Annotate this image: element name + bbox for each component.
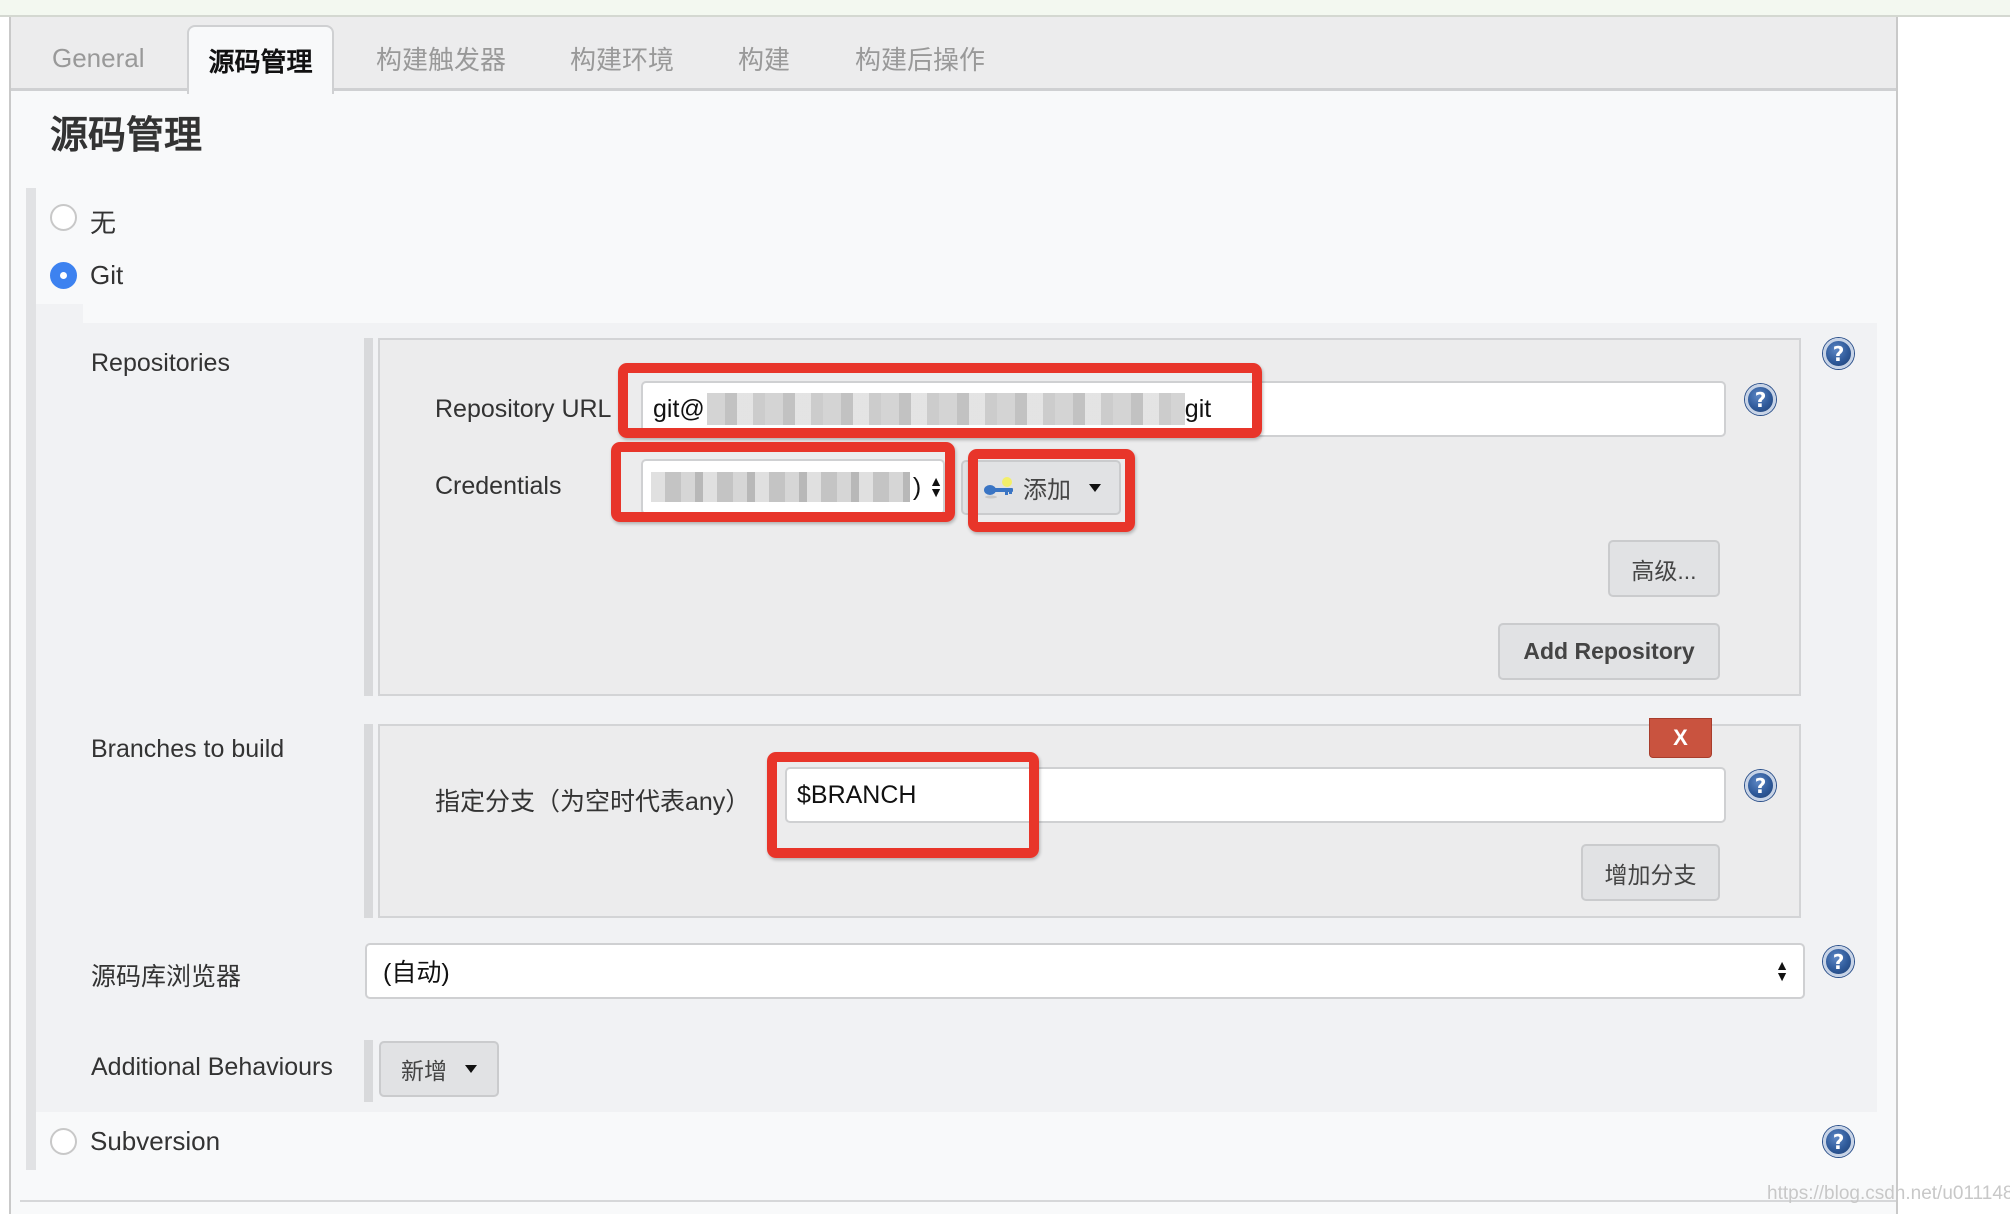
section-indent-bar (26, 188, 36, 1170)
repository-browser-value: (自动) (383, 959, 450, 987)
tab-source-code-management[interactable]: 源码管理 (187, 25, 334, 94)
credentials-select[interactable]: ) ▲ ▼ (641, 459, 945, 515)
repository-url-label: Repository URL (435, 395, 612, 423)
select-arrows-icon: ▲ ▼ (929, 473, 943, 500)
repository-url-help-icon[interactable]: ? (1745, 384, 1776, 415)
scm-none-radio[interactable] (50, 204, 77, 231)
git-config-area-strip (36, 304, 83, 324)
repository-browser-help-icon[interactable]: ? (1823, 946, 1854, 977)
browser-top-strip (0, 0, 2010, 17)
repository-url-input[interactable]: git@ git (641, 381, 1726, 437)
key-icon (984, 476, 1013, 498)
scm-git-radio[interactable] (50, 262, 77, 289)
repository-browser-label: 源码库浏览器 (91, 963, 242, 991)
tab-post-build-actions[interactable]: 构建后操作 (855, 25, 985, 91)
dropdown-caret-icon (1089, 483, 1101, 492)
advanced-button[interactable]: 高级... (1608, 540, 1720, 597)
scm-none-label[interactable]: 无 (90, 203, 116, 240)
repository-browser-select[interactable]: (自动) ▲ ▼ (365, 943, 1805, 999)
scm-subversion-radio[interactable] (50, 1128, 77, 1155)
branch-specifier-label: 指定分支（为空时代表any） (435, 788, 751, 816)
section-title: 源码管理 (50, 115, 203, 157)
repository-url-prefix: git@ (653, 394, 705, 423)
branch-specifier-help-icon[interactable]: ? (1745, 770, 1776, 801)
credentials-value-suffix: ) (912, 472, 922, 501)
select-arrows-icon: ▲ ▼ (1775, 957, 1789, 984)
redacted-credentials-text (651, 472, 910, 502)
repository-url-suffix: git (1184, 394, 1212, 423)
tab-build-environment[interactable]: 构建环境 (570, 25, 674, 91)
tab-build-triggers[interactable]: 构建触发器 (376, 25, 506, 91)
additional-behaviours-label: Additional Behaviours (91, 1053, 333, 1081)
add-branch-button[interactable]: 增加分支 (1581, 844, 1720, 901)
redacted-url-text (706, 393, 1185, 425)
scm-git-label[interactable]: Git (90, 260, 123, 291)
tab-general[interactable]: General (52, 25, 145, 91)
section-divider (20, 1200, 1896, 1202)
delete-branch-button[interactable]: X (1649, 718, 1712, 758)
credentials-label: Credentials (435, 472, 562, 500)
repositories-help-icon[interactable]: ? (1823, 338, 1854, 369)
add-credentials-label: 添加 (1023, 477, 1071, 504)
repositories-label: Repositories (91, 349, 230, 377)
add-behaviour-label: 新增 (401, 1058, 447, 1084)
dropdown-caret-icon (465, 1065, 477, 1073)
behaviours-bar (364, 1040, 373, 1102)
subversion-help-icon[interactable]: ? (1823, 1126, 1854, 1157)
branches-box-bar (364, 724, 373, 918)
repositories-box-bar (364, 338, 373, 696)
add-credentials-button[interactable]: 添加 (961, 460, 1121, 515)
tab-build[interactable]: 构建 (738, 25, 790, 91)
add-behaviour-button[interactable]: 新增 (379, 1041, 499, 1097)
watermark: https://blog.csdn.net/u011148116 (1767, 1183, 2010, 1204)
scm-subversion-label[interactable]: Subversion (90, 1126, 220, 1157)
add-repository-button[interactable]: Add Repository (1498, 623, 1720, 680)
branch-specifier-input[interactable]: $BRANCH (785, 767, 1726, 823)
branches-to-build-label: Branches to build (91, 735, 285, 763)
